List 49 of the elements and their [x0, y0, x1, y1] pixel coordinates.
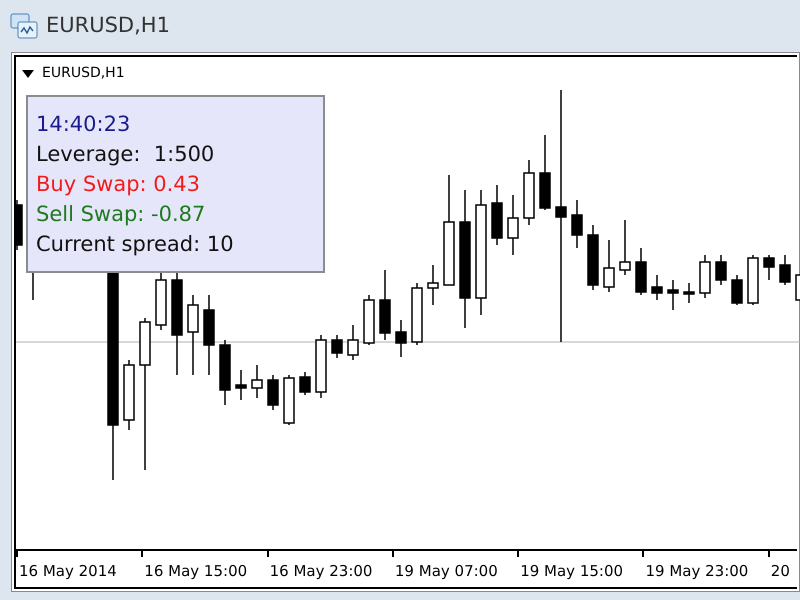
chart-window-icon	[10, 13, 38, 39]
candlestick	[715, 255, 727, 285]
candlestick	[523, 160, 535, 225]
time-axis-label: 19 May 07:00	[394, 561, 498, 582]
candlestick	[571, 200, 583, 248]
candlestick	[411, 283, 423, 345]
time-axis-label: 16 May 23:00	[270, 561, 372, 582]
info-line: Sell Swap: -0.87	[36, 201, 206, 228]
chart-symbol-label: EURUSD,H1	[42, 64, 125, 83]
time-axis-label: 16 May 15:00	[144, 561, 248, 582]
candlestick	[427, 265, 439, 305]
candlestick	[603, 240, 615, 292]
candlestick	[283, 375, 295, 425]
candlestick	[363, 295, 375, 345]
candlestick	[507, 195, 519, 255]
dropdown-triangle-icon[interactable]	[22, 70, 34, 78]
candlestick	[267, 375, 279, 410]
candlestick	[491, 185, 503, 245]
candlestick	[683, 283, 695, 303]
candlestick	[731, 275, 743, 305]
candlestick	[699, 255, 711, 298]
candlestick	[331, 335, 343, 358]
window-title: EURUSD,H1	[46, 12, 170, 40]
candlestick	[763, 255, 775, 280]
info-line: 14:40:23	[36, 111, 132, 138]
candlestick	[587, 225, 599, 290]
time-axis-label: 19 May 23:00	[645, 561, 748, 582]
info-line: Leverage: 1:500	[36, 141, 216, 168]
candlestick	[251, 365, 263, 398]
candlestick	[651, 275, 663, 300]
candlestick	[299, 372, 311, 395]
candlestick	[315, 335, 327, 398]
time-axis-label: 19 May 15:00	[520, 561, 624, 582]
candlestick	[619, 220, 631, 275]
candlestick	[779, 255, 791, 285]
info-line: Buy Swap: 0.43	[36, 171, 202, 198]
candlestick	[123, 360, 135, 430]
candlestick	[635, 248, 647, 295]
candlestick	[667, 280, 679, 310]
candlestick	[395, 320, 407, 357]
candlestick	[379, 270, 391, 340]
candlestick	[347, 325, 359, 360]
info-line: Current spread: 10	[36, 231, 235, 258]
time-axis-label: 16 May 2014	[19, 561, 117, 582]
candlestick	[747, 255, 759, 305]
time-axis-label: 20	[770, 561, 790, 582]
candlestick	[235, 370, 247, 400]
candlestick	[155, 270, 167, 330]
candlestick	[219, 340, 231, 405]
